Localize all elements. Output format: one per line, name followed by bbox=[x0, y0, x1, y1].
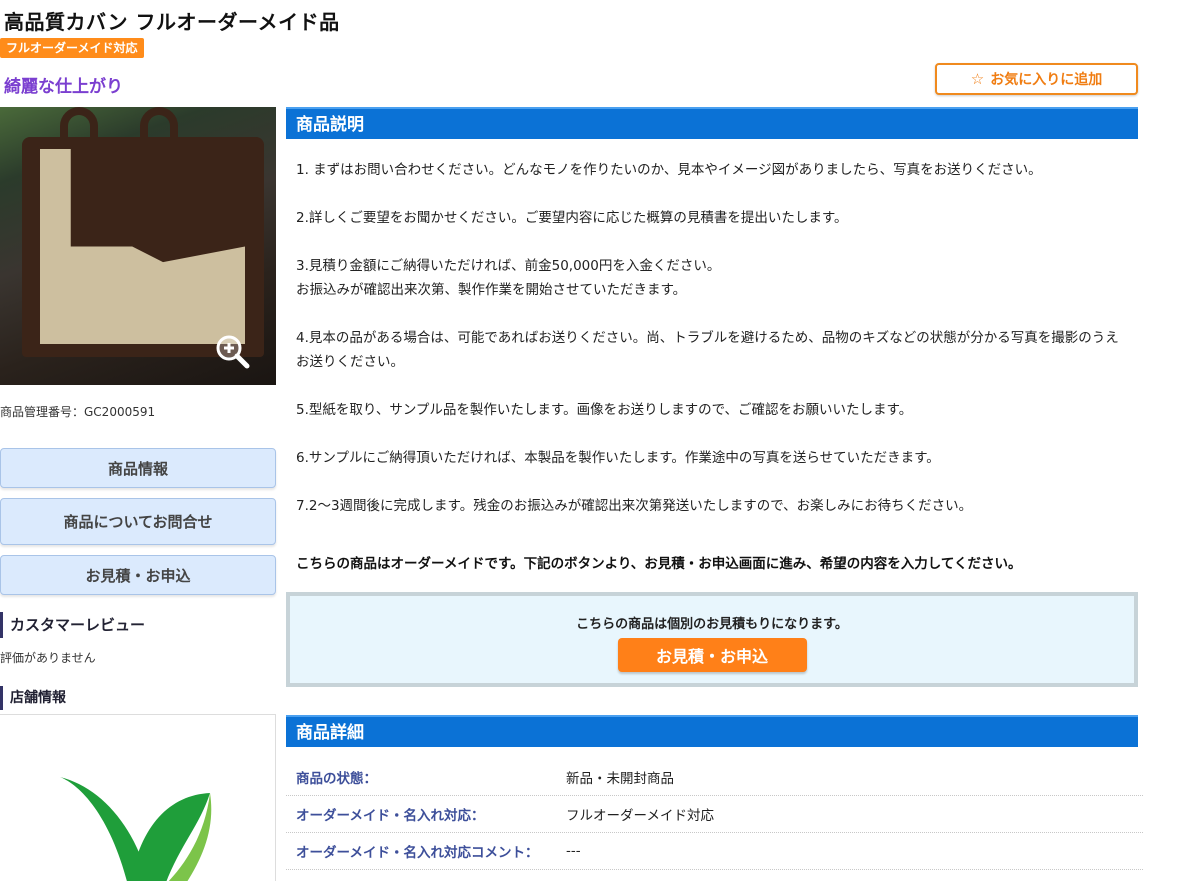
details-heading: 商品詳細 bbox=[286, 715, 1138, 747]
detail-value: 新品・未開封商品 bbox=[566, 771, 674, 787]
product-info-button[interactable]: 商品情報 bbox=[0, 448, 276, 488]
zoom-in-icon[interactable] bbox=[214, 333, 250, 369]
detail-row: 商品の状態： 新品・未開封商品 bbox=[286, 759, 1143, 796]
leaf-logo-icon bbox=[60, 777, 212, 881]
detail-value: --- bbox=[566, 843, 581, 859]
detail-row: オーダーメイド・名入れ対応： フルオーダーメイド対応 bbox=[286, 796, 1143, 833]
review-empty-text: 評価がありません bbox=[0, 651, 96, 665]
add-to-favorites-button[interactable]: ☆ お気に入りに追加 bbox=[935, 63, 1138, 95]
shop-logo-box[interactable] bbox=[0, 714, 276, 881]
review-heading: カスタマーレビュー bbox=[0, 612, 145, 638]
description-step: 3.見積り金額にご納得いただければ、前金50,000円を入金ください。 お振込み… bbox=[296, 258, 721, 298]
order-made-badge: フルオーダーメイド対応 bbox=[0, 38, 144, 58]
product-title: 高品質カバン フルオーダーメイド品 bbox=[4, 10, 340, 34]
detail-label: 商品の状態： bbox=[296, 771, 377, 787]
description-step: 1. まずはお問い合わせください。どんなモノを作りたいのか、見本やイメージ図があ… bbox=[296, 162, 1042, 178]
description-step: 4.見本の品がある場合は、可能であればお送りください。尚、トラブルを避けるため、… bbox=[296, 330, 1119, 370]
quote-apply-side-button[interactable]: お見積・お申込 bbox=[0, 555, 276, 595]
detail-label: オーダーメイド・名入れ対応： bbox=[296, 808, 485, 824]
quote-apply-button[interactable]: お見積・お申込 bbox=[617, 638, 807, 672]
quote-text: こちらの商品は個別のお見積もりになります。 bbox=[576, 617, 848, 632]
description-step: 2.詳しくご要望をお聞かせください。ご要望内容に応じた概算の見積書を提出いたしま… bbox=[296, 210, 848, 226]
detail-value: フルオーダーメイド対応 bbox=[566, 808, 714, 824]
product-catchphrase: 綺麗な仕上がり bbox=[4, 77, 123, 97]
detail-row: オーダーメイド・名入れ対応コメント： --- bbox=[286, 833, 1143, 870]
description-body: 1. まずはお問い合わせください。どんなモノを作りたいのか、見本やイメージ図があ… bbox=[296, 158, 1128, 542]
description-step: 5.型紙を取り、サンプル品を製作いたします。画像をお送りしますので、ご確認をお願… bbox=[296, 402, 913, 418]
order-made-notice: こちらの商品はオーダーメイドです。下記のボタンより、お見積・お申込画面に進み、希… bbox=[296, 556, 1022, 572]
detail-label: オーダーメイド・名入れ対応コメント： bbox=[296, 845, 539, 861]
product-inquiry-button[interactable]: 商品についてお問合せ bbox=[0, 498, 276, 545]
product-sku: 商品管理番号：GC2000591 bbox=[0, 405, 156, 419]
description-heading: 商品説明 bbox=[286, 107, 1138, 139]
quote-box: こちらの商品は個別のお見積もりになります。 お見積・お申込 bbox=[286, 592, 1138, 687]
star-icon: ☆ bbox=[970, 70, 985, 88]
shop-info-heading: 店舗情報 bbox=[0, 686, 66, 710]
description-step: 6.サンプルにご納得頂いただければ、本製品を製作いたします。作業途中の写真を送ら… bbox=[296, 450, 940, 466]
add-to-favorites-label: お気に入りに追加 bbox=[990, 72, 1103, 88]
product-photo[interactable] bbox=[0, 107, 276, 385]
description-step: 7.2〜3週間後に完成します。残金のお振込みが確認出来次第発送いたしますので、お… bbox=[296, 498, 973, 514]
